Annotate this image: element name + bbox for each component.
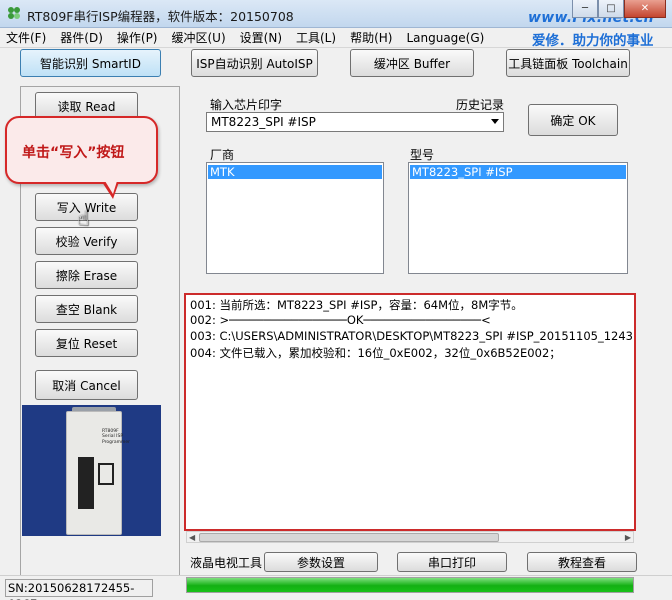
progress-fill [187,578,633,592]
chip-input-label: 输入芯片印字 [210,98,283,112]
history-label: 历史记录 [456,98,505,112]
menu-settings[interactable]: 设置(N) [240,29,282,46]
model-selected-item[interactable]: MT8223_SPI #ISP [410,165,626,179]
model-list[interactable]: MT8223_SPI #ISP [408,162,628,274]
verify-button[interactable]: 校验 Verify [35,227,138,255]
menu-language[interactable]: Language(G) [406,31,484,45]
log-output[interactable]: 001: 当前所选：MT8223_SPI #ISP，容量：64M位，8M字节。 … [184,293,636,531]
model-label: 型号 [410,148,435,162]
log-line: 002: >─────────────────OK───────────────… [190,313,491,327]
reset-button[interactable]: 复位 Reset [35,329,138,357]
chip-combo[interactable]: MT8223_SPI #ISP [206,112,504,132]
menu-tools[interactable]: 工具(L) [296,29,336,46]
log-line: 001: 当前所选：MT8223_SPI #ISP，容量：64M位，8M字节。 [190,298,523,312]
lcd-tool-label: 液晶电视工具 [190,556,263,570]
smart-id-button[interactable]: 智能识别 SmartID [20,49,161,77]
progress-bar [186,577,634,593]
cancel-button[interactable]: 取消 Cancel [35,370,138,400]
minimize-button[interactable]: ─ [572,0,598,18]
chip-combo-value: MT8223_SPI #ISP [211,115,316,129]
menu-device[interactable]: 器件(D) [60,29,103,46]
menu-file[interactable]: 文件(F) [6,29,46,46]
vendor-selected-item[interactable]: MTK [208,165,382,179]
hand-cursor-icon: ☝ [77,206,90,230]
vendor-list[interactable]: MTK [206,162,384,274]
menu-buffer[interactable]: 缓冲区(U) [172,29,226,46]
vendor-label: 厂商 [210,148,235,162]
menu-help[interactable]: 帮助(H) [350,29,392,46]
blank-check-button[interactable]: 查空 Blank [35,295,138,323]
log-line: 004: 文件已载入，累加校验和：16位_0xE002，32位_0x6B52E0… [190,346,561,360]
scroll-left-icon[interactable]: ◀ [189,533,195,542]
auto-isp-button[interactable]: ISP自动识别 AutoISP [191,49,318,77]
tooltip-text: 单击“写入”按钮 [22,145,125,161]
params-settings-button[interactable]: 参数设置 [264,552,378,572]
app-icon [8,7,20,19]
close-button[interactable]: ✕ [624,0,666,18]
programmer-label: RT809F Serial ISP Programmer [102,429,130,445]
scrollbar-thumb[interactable] [199,533,499,542]
toolchain-button[interactable]: 工具链面板 Toolchain [506,49,630,77]
scroll-right-icon[interactable]: ▶ [625,533,631,542]
window-title: RT809F串行ISP编程器，软件版本：20150708 [27,9,294,24]
dropdown-arrow-icon[interactable] [491,119,499,124]
tutorial-button[interactable]: 教程查看 [527,552,637,572]
programmer-image: RT809F Serial ISP Programmer [22,405,161,536]
maximize-button[interactable]: □ [598,0,624,18]
watermark-slogan: 爱修．助力你的事业 [532,33,654,49]
tooltip-callout: 单击“写入”按钮 [5,116,158,184]
serial-number: SN:20150628172455-0267 [5,579,153,600]
serial-print-button[interactable]: 串口打印 [397,552,507,572]
tooltip-tail-inner [105,181,117,194]
zif-socket [78,457,94,509]
menu-operation[interactable]: 操作(P) [117,29,158,46]
zif-lever [98,463,114,485]
window-controls: ─ □ ✕ [572,0,666,18]
erase-button[interactable]: 擦除 Erase [35,261,138,289]
ok-button[interactable]: 确定 OK [528,104,618,136]
log-line: 003: C:\USERS\ADMINISTRATOR\DESKTOP\MT82… [190,329,636,343]
buffer-button[interactable]: 缓冲区 Buffer [350,49,474,77]
title-bar: RT809F串行ISP编程器，软件版本：20150708 www.Fix.net… [0,0,672,28]
log-horizontal-scrollbar[interactable]: ◀ ▶ [186,531,634,543]
